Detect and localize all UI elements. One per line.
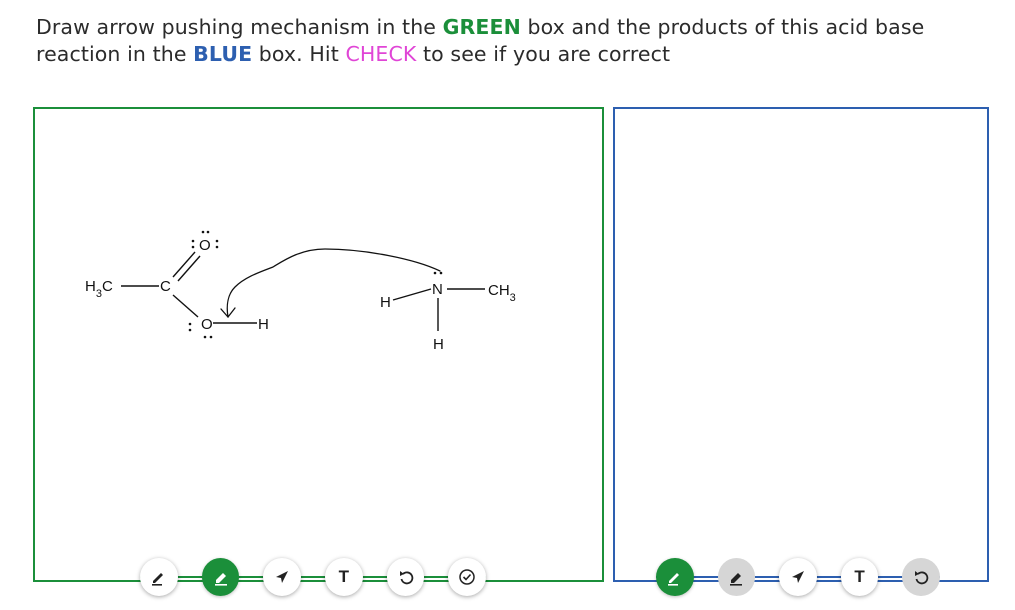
- curved-arrow-shaft: [226, 248, 441, 318]
- undo-button[interactable]: [902, 558, 940, 596]
- amine-hydrogen-left-label: H: [380, 294, 391, 311]
- instructions-text: Draw arrow pushing mechanism in the GREE…: [36, 14, 996, 68]
- text-icon: T: [338, 567, 350, 586]
- eraser-icon: [730, 573, 743, 586]
- lone-pair-dot: [209, 335, 213, 339]
- lone-pair-dot: [191, 245, 195, 249]
- lone-pair-dot: [203, 335, 207, 339]
- text-icon: T: [854, 567, 865, 586]
- pencil-button[interactable]: [656, 558, 694, 596]
- instructions-part3: box. Hit: [252, 42, 346, 66]
- green-box-toolbar: T: [140, 557, 487, 597]
- undo-icon: [915, 571, 929, 585]
- carbonyl-carbon-label: C: [160, 278, 171, 295]
- carbonyl-oxygen-label: O: [199, 237, 211, 254]
- eraser-button[interactable]: [717, 558, 756, 596]
- pointer-arrow-icon: [276, 571, 289, 583]
- green-keyword: GREEN: [442, 15, 521, 39]
- lone-pair-dot: [215, 239, 219, 243]
- undo-icon: [399, 571, 413, 585]
- check-button[interactable]: [448, 558, 487, 596]
- acidic-hydrogen-label: H: [258, 316, 269, 333]
- nitrogen-lone-pair-dot: [439, 271, 443, 275]
- n-h-bond-left: [392, 288, 432, 301]
- mechanism-drawing-canvas[interactable]: H3C C O O H H N CH3 H: [33, 107, 604, 582]
- pointer-arrow-icon: [791, 571, 804, 583]
- lone-pair-dot: [201, 230, 205, 234]
- reaction-molecules: H3C C O O H H N CH3 H: [85, 230, 516, 353]
- blue-keyword: BLUE: [193, 42, 253, 66]
- amine-hydrogen-bottom-label: H: [433, 336, 444, 353]
- products-drawing-canvas[interactable]: [613, 107, 989, 582]
- blue-box-toolbar: T: [656, 557, 940, 597]
- text-button[interactable]: T: [840, 558, 879, 596]
- check-circle-icon: [459, 569, 475, 585]
- pointer-button[interactable]: [263, 558, 302, 596]
- lone-pair-dot: [215, 245, 219, 249]
- pointer-button[interactable]: [779, 558, 817, 596]
- lone-pair-dot: [188, 322, 192, 326]
- undo-button[interactable]: [386, 558, 425, 596]
- lone-pair-dot: [191, 239, 195, 243]
- pencil-button[interactable]: [140, 558, 178, 596]
- lone-pair-dot: [206, 230, 210, 234]
- instructions-part4: to see if you are correct: [416, 42, 671, 66]
- toolbar-connector: [140, 576, 486, 578]
- lone-pair-dot: [188, 328, 192, 332]
- c-oh-bond: [172, 294, 199, 318]
- text-button[interactable]: T: [325, 558, 363, 596]
- amine-methyl-label: CH3: [488, 282, 516, 304]
- nitrogen-lone-pair-dot: [433, 271, 437, 275]
- nitrogen-label: N: [432, 281, 443, 298]
- instructions-part1: Draw arrow pushing mechanism in the: [36, 15, 443, 39]
- eraser-icon: [214, 573, 227, 586]
- pencil-icon: [151, 573, 163, 586]
- eraser-button[interactable]: [201, 558, 240, 596]
- pencil-icon: [667, 573, 679, 586]
- methyl-label-acid: H3C: [85, 278, 113, 300]
- check-keyword: CHECK: [345, 42, 417, 66]
- hydroxyl-oxygen-label: O: [201, 316, 213, 333]
